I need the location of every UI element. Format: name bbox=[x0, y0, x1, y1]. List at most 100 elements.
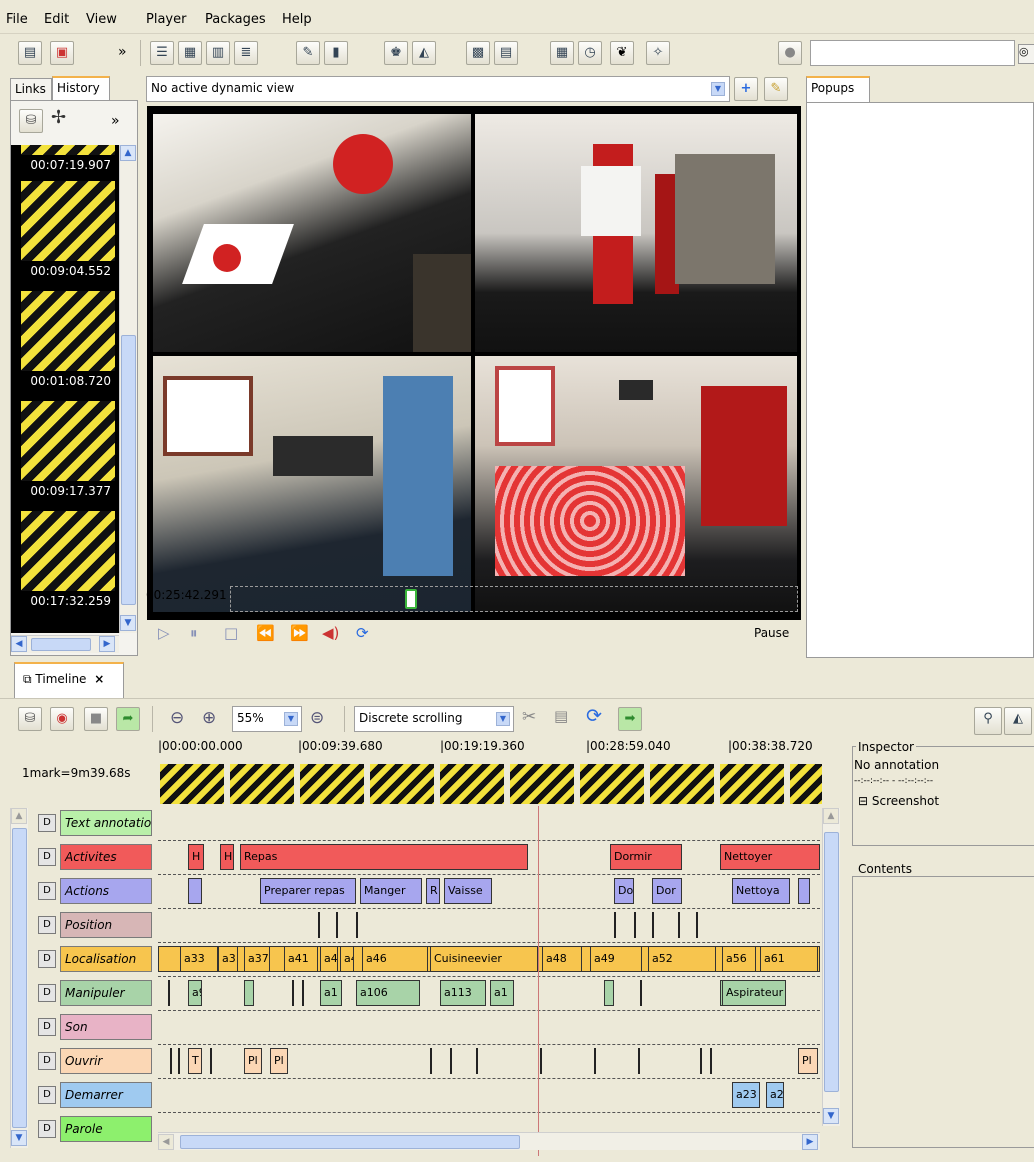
annotation-tick[interactable] bbox=[168, 980, 170, 1006]
edit-view-icon[interactable]: ✎ bbox=[764, 77, 788, 101]
volume-icon[interactable]: ◀) bbox=[322, 624, 339, 642]
history-thumb-3[interactable]: 00:01:08.720 bbox=[21, 291, 115, 391]
track-label-localisation[interactable]: Localisation bbox=[60, 946, 152, 972]
tools-icon[interactable]: ✂ bbox=[522, 707, 536, 727]
annotation[interactable]: a33 bbox=[180, 946, 218, 972]
inspector-contents[interactable] bbox=[852, 876, 1034, 1148]
track-toggle-icon[interactable]: D bbox=[38, 848, 56, 866]
annotation-tick[interactable] bbox=[476, 1048, 478, 1074]
slider-handle[interactable] bbox=[405, 589, 417, 609]
track-toggle-icon[interactable]: D bbox=[38, 882, 56, 900]
screenshot-tile[interactable] bbox=[300, 764, 364, 804]
pause-icon[interactable]: ⏸ bbox=[190, 624, 198, 642]
annotation[interactable]: Nettoyer bbox=[720, 844, 820, 870]
annotation-tick[interactable] bbox=[638, 1048, 640, 1074]
search-input[interactable] bbox=[810, 40, 1015, 66]
timeline-vscroll-thumb[interactable] bbox=[824, 832, 839, 1092]
annotation[interactable]: H bbox=[220, 844, 234, 870]
track-label-position[interactable]: Position bbox=[60, 912, 152, 938]
annotation-tick[interactable] bbox=[614, 912, 616, 938]
screenshot-tile[interactable] bbox=[230, 764, 294, 804]
annotation-tick[interactable] bbox=[292, 980, 294, 1006]
player-slider[interactable] bbox=[230, 586, 798, 612]
database-icon[interactable]: ⛁ bbox=[18, 707, 42, 731]
video-display[interactable] bbox=[147, 106, 801, 620]
annotation[interactable]: a61 bbox=[760, 946, 818, 972]
annotation-tick[interactable] bbox=[170, 1048, 172, 1074]
annotation-tick[interactable] bbox=[710, 1048, 712, 1074]
history-scrollbar[interactable]: ▲ ▼ bbox=[119, 145, 137, 633]
annotation[interactable] bbox=[798, 878, 810, 904]
triangle-icon[interactable]: ◭ bbox=[412, 41, 436, 65]
zoom-fit-icon[interactable]: ⊜ bbox=[310, 708, 324, 728]
annotation[interactable]: a1 bbox=[490, 980, 514, 1006]
toolbar-overflow-icon[interactable]: » bbox=[118, 44, 127, 60]
track-label-activites[interactable]: Activites bbox=[60, 844, 152, 870]
history-overflow-icon[interactable]: » bbox=[111, 113, 120, 129]
screenshot-tile[interactable] bbox=[370, 764, 434, 804]
timeline-vscrollbar[interactable]: ▲ ▼ bbox=[822, 808, 840, 1126]
track-toggle-icon[interactable]: D bbox=[38, 984, 56, 1002]
search-icon[interactable]: ◎ bbox=[1018, 44, 1034, 64]
history-thumb-4[interactable]: 00:09:17.377 bbox=[21, 401, 115, 501]
annotation[interactable]: Nettoya bbox=[732, 878, 790, 904]
scroll-up-icon[interactable]: ▲ bbox=[11, 808, 27, 824]
annotation[interactable]: a56 bbox=[722, 946, 756, 972]
track-toggle-icon[interactable]: D bbox=[38, 916, 56, 934]
annotation[interactable]: a41 bbox=[284, 946, 318, 972]
annotation[interactable]: R bbox=[426, 878, 440, 904]
annotation[interactable]: Dormir bbox=[610, 844, 682, 870]
history-thumb-2[interactable]: 00:09:04.552 bbox=[21, 181, 115, 281]
history-hscrollbar[interactable]: ◀ ▶ bbox=[11, 635, 119, 653]
forward-arrow-icon[interactable]: ➡ bbox=[618, 707, 642, 731]
annotation-tick[interactable] bbox=[210, 1048, 212, 1074]
annotation-tick[interactable] bbox=[678, 912, 680, 938]
zoom-in-icon[interactable]: ⊕ bbox=[202, 708, 216, 728]
panel-icon[interactable]: ▤ bbox=[494, 41, 518, 65]
timeline-hscrollbar[interactable]: ◀ ▶ bbox=[158, 1132, 820, 1150]
scroll-up-icon[interactable]: ▲ bbox=[823, 808, 839, 824]
view-list-icon[interactable]: ☰ bbox=[150, 41, 174, 65]
tab-popups[interactable]: Popups bbox=[806, 76, 870, 102]
track-toggle-icon[interactable]: D bbox=[38, 1018, 56, 1036]
annotation[interactable]: Vaisse bbox=[444, 878, 492, 904]
play-icon[interactable]: ▷ bbox=[158, 624, 170, 642]
annotation-tick[interactable] bbox=[430, 1048, 432, 1074]
annotation-tick[interactable] bbox=[640, 980, 642, 1006]
annotation[interactable]: H bbox=[188, 844, 204, 870]
scroll-left-icon[interactable]: ◀ bbox=[11, 636, 27, 652]
add-view-icon[interactable]: + bbox=[734, 77, 758, 101]
annotation[interactable]: Pl bbox=[244, 1048, 262, 1074]
history-thumb-5[interactable]: 00:17:32.259 bbox=[21, 511, 115, 611]
annotation-tick[interactable] bbox=[540, 1048, 542, 1074]
annotation[interactable]: a3 bbox=[218, 946, 238, 972]
annotation[interactable]: a1 bbox=[320, 980, 342, 1006]
screenshot-tile[interactable] bbox=[160, 764, 224, 804]
menu-file[interactable]: File bbox=[6, 12, 28, 27]
annotation-tick[interactable] bbox=[336, 912, 338, 938]
annotation-tick[interactable] bbox=[302, 980, 304, 1006]
annotation[interactable]: a106 bbox=[356, 980, 420, 1006]
chevron-down-icon[interactable]: ▼ bbox=[284, 712, 298, 726]
track-label-ouvrir[interactable]: Ouvrir bbox=[60, 1048, 152, 1074]
run-icon[interactable]: ♚ bbox=[384, 41, 408, 65]
open-folder-icon[interactable]: ▤ bbox=[18, 41, 42, 65]
annotation-tick[interactable] bbox=[696, 912, 698, 938]
annotation[interactable]: a4 bbox=[320, 946, 338, 972]
history-thumb-1[interactable]: 00:07:19.907 bbox=[21, 145, 115, 175]
annotation[interactable]: a46 bbox=[362, 946, 428, 972]
annotation[interactable]: T bbox=[188, 1048, 202, 1074]
screenshot-tile[interactable] bbox=[440, 764, 504, 804]
view-table-icon[interactable]: ▥ bbox=[206, 41, 230, 65]
save-icon[interactable]: ▣ bbox=[50, 41, 74, 65]
annotation[interactable]: a23 bbox=[732, 1082, 760, 1108]
track-label-demarrer[interactable]: Demarrer bbox=[60, 1082, 152, 1108]
annotation[interactable] bbox=[244, 980, 254, 1006]
tab-timeline[interactable]: ⧉ Timeline × bbox=[14, 662, 124, 698]
rewind-icon[interactable]: ⏪ bbox=[256, 624, 275, 642]
screenshot-tile[interactable] bbox=[720, 764, 784, 804]
annotation[interactable]: Aspirateur bbox=[722, 980, 786, 1006]
annotation-tick[interactable] bbox=[318, 912, 320, 938]
view-selector[interactable]: No active dynamic view ▼ bbox=[146, 76, 730, 102]
scroll-mode-select[interactable]: Discrete scrolling ▼ bbox=[354, 706, 514, 732]
